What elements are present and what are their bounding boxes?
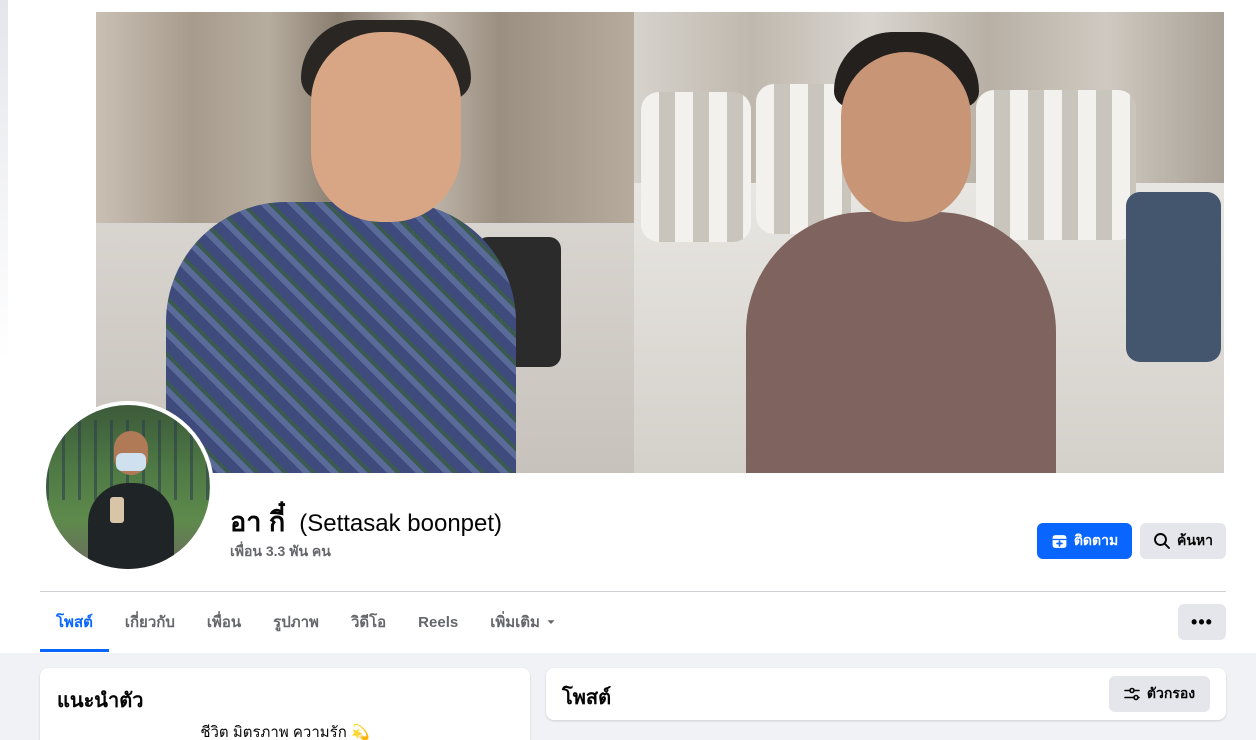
friends-count[interactable]: เพื่อน 3.3 พัน คน [230, 541, 331, 563]
profile-name-row: อา กี๋ (Settasak boonpet) [230, 500, 502, 543]
more-options-button[interactable]: ••• [1178, 604, 1226, 640]
tab-posts[interactable]: โพสต์ [40, 592, 109, 652]
follow-label: ติดตาม [1073, 532, 1119, 548]
posts-title: โพสต์ [562, 687, 612, 709]
search-label: ค้นหา [1176, 532, 1214, 548]
cover-photo[interactable] [96, 12, 1224, 473]
filter-button[interactable]: ตัวกรอง [1109, 676, 1210, 712]
search-button[interactable]: ค้นหา [1140, 523, 1226, 559]
profile-avatar[interactable] [42, 401, 214, 573]
follow-button[interactable]: ติดตาม [1037, 523, 1132, 559]
caret-down-icon [546, 617, 556, 627]
tab-reels[interactable]: Reels [402, 592, 474, 652]
profile-header: อา กี๋ (Settasak boonpet) เพื่อน 3.3 พัน… [0, 0, 1256, 653]
tab-friends[interactable]: เพื่อน [191, 592, 257, 652]
profile-tabs: โพสต์ เกี่ยวกับ เพื่อน รูปภาพ วิดีโอ Ree… [40, 592, 572, 652]
intro-bio: ชีวิต มิตรภาพ ความรัก 💫 [200, 724, 370, 740]
intro-title: แนะนำตัว [57, 690, 144, 712]
intro-card: แนะนำตัว ชีวิต มิตรภาพ ความรัก 💫 [40, 668, 530, 740]
tab-more[interactable]: เพิ่มเติม [474, 592, 572, 652]
filter-label: ตัวกรอง [1146, 685, 1196, 701]
side-shadow [0, 0, 8, 360]
search-icon [1153, 532, 1171, 550]
tab-about[interactable]: เกี่ยวกับ [109, 592, 191, 652]
tab-photos[interactable]: รูปภาพ [257, 592, 335, 652]
sliders-icon [1124, 686, 1140, 702]
profile-name: อา กี๋ [230, 507, 286, 537]
posts-card: โพสต์ ตัวกรอง [546, 668, 1226, 720]
tab-videos[interactable]: วิดีโอ [335, 592, 402, 652]
profile-alt-name: (Settasak boonpet) [299, 510, 503, 537]
add-person-icon [1051, 533, 1068, 550]
